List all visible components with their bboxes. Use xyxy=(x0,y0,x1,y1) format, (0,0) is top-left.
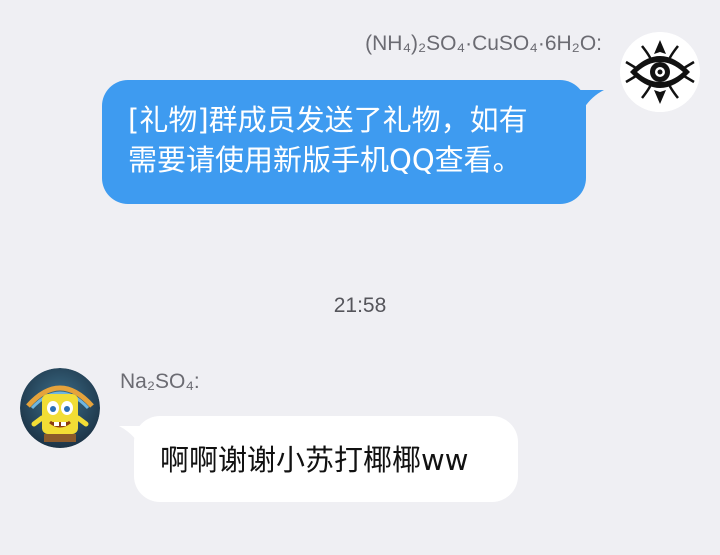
bubble-tail-right-icon xyxy=(578,90,604,108)
message-right: (NH₄)₂SO₄·CuSO₄·6H₂O: [礼物]群成员发送了礼物，如有 需要… xyxy=(0,0,720,230)
emblem-avatar-icon xyxy=(620,32,700,112)
message-bubble-left[interactable]: 啊啊谢谢小苏打椰椰ww xyxy=(134,416,518,502)
avatar-right[interactable] xyxy=(620,32,700,112)
cartoon-avatar-icon xyxy=(20,368,100,448)
message-text-line-2: 需要请使用新版手机QQ查看。 xyxy=(128,143,522,177)
avatar-left[interactable] xyxy=(20,368,100,448)
message-text: 啊啊谢谢小苏打椰椰ww xyxy=(160,443,469,477)
sender-name-left[interactable]: Na₂SO₄: xyxy=(120,370,200,394)
sender-name-right[interactable]: (NH₄)₂SO₄·CuSO₄·6H₂O: xyxy=(365,32,602,56)
message-bubble-right[interactable]: [礼物]群成员发送了礼物，如有 需要请使用新版手机QQ查看。 xyxy=(102,80,586,204)
timestamp: 21:58 xyxy=(333,294,387,317)
message-text-line-1: [礼物]群成员发送了礼物，如有 xyxy=(128,103,528,137)
